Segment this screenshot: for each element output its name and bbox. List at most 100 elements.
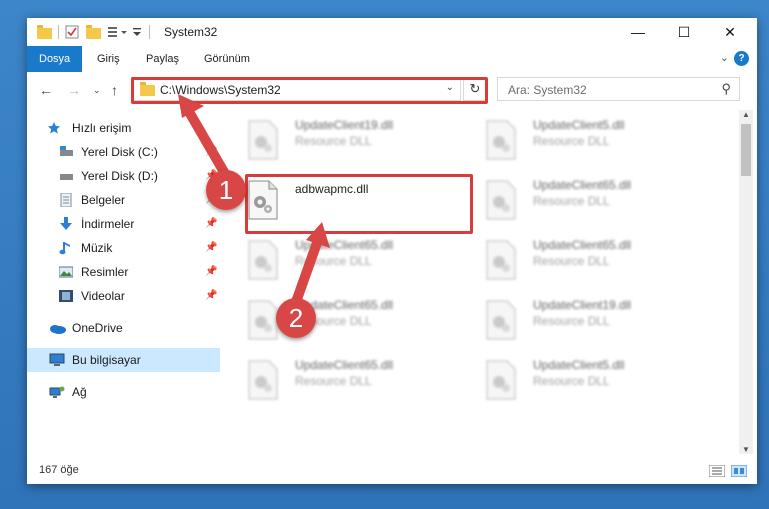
drive-d-icon — [60, 174, 73, 180]
onedrive-icon — [50, 325, 66, 334]
dll-file-icon — [486, 240, 516, 280]
file-item[interactable]: UpdateClient19.dll Resource DLL — [227, 114, 447, 166]
ribbon-expand-icon[interactable]: ⌄ — [720, 51, 729, 64]
file-type: Resource DLL — [295, 374, 372, 388]
search-icon[interactable]: ⚲ — [721, 81, 731, 97]
navigation-pane: Hızlı erişim Yerel Disk (C:) 📌 Yerel Dis… — [27, 108, 220, 456]
file-item[interactable]: UpdateClient65.dll Resource DLL — [227, 234, 447, 286]
file-type: Resource DLL — [295, 134, 372, 148]
file-name: UpdateClient65.dll — [295, 358, 394, 372]
sidebar-item-videos[interactable]: Videolar 📌 — [27, 284, 220, 308]
tab-view[interactable]: Görünüm — [192, 46, 262, 72]
file-type: Resource DLL — [533, 314, 610, 328]
tab-share[interactable]: Paylaş — [134, 46, 191, 72]
dll-file-icon — [248, 120, 278, 160]
file-type: Resource DLL — [533, 134, 610, 148]
tab-file[interactable]: Dosya — [27, 46, 83, 72]
toolbar-divider — [58, 25, 59, 39]
file-list: UpdateClient19.dll Resource DLL UpdateCl… — [227, 108, 735, 456]
sidebar-item-label: Videolar — [81, 289, 125, 303]
documents-icon — [60, 193, 72, 207]
address-bar-highlight — [131, 77, 488, 104]
sidebar-item-downloads[interactable]: İndirmeler 📌 — [27, 212, 220, 236]
file-name: UpdateClient19.dll — [295, 118, 394, 132]
details-view-icon[interactable] — [709, 465, 725, 477]
step-badge-1: 1 — [206, 170, 246, 210]
file-item[interactable]: UpdateClient5.dll Resource DLL — [465, 114, 685, 166]
maximize-button[interactable]: ☐ — [661, 18, 707, 46]
dll-file-icon — [248, 360, 278, 400]
dll-file-icon — [486, 120, 516, 160]
help-icon[interactable]: ? — [734, 51, 749, 66]
file-name: UpdateClient65.dll — [295, 238, 394, 252]
dll-file-icon — [486, 360, 516, 400]
scrollbar-thumb[interactable] — [741, 124, 751, 176]
file-type: Resource DLL — [533, 194, 610, 208]
sidebar-item-network[interactable]: Ağ — [27, 380, 220, 404]
quick-access-toolbar — [37, 23, 156, 41]
properties-icon[interactable] — [65, 25, 79, 39]
file-highlight — [245, 174, 473, 234]
tab-home[interactable]: Giriş — [85, 46, 132, 72]
file-item[interactable]: UpdateClient65.dll Resource DLL — [227, 354, 447, 406]
scroll-down-icon[interactable]: ▼ — [739, 445, 753, 454]
sidebar-item-label: Bu bilgisayar — [72, 353, 141, 367]
window-title: System32 — [164, 25, 218, 39]
this-pc-icon — [49, 353, 65, 366]
dll-file-icon — [486, 300, 516, 340]
large-icons-view-icon[interactable] — [731, 465, 747, 477]
vertical-scrollbar[interactable]: ▲ ▼ — [739, 110, 753, 454]
sidebar-item-label: Müzik — [81, 241, 113, 255]
sidebar-item-this-pc[interactable]: Bu bilgisayar — [27, 348, 220, 372]
new-folder-icon[interactable] — [86, 25, 101, 39]
file-type: Resource DLL — [533, 254, 610, 268]
file-item[interactable]: UpdateClient65.dll Resource DLL — [465, 174, 685, 226]
quick-access-dropdown-icon[interactable] — [131, 25, 143, 39]
search-box[interactable]: Ara: System32 ⚲ — [497, 77, 740, 101]
file-explorer-window: System32 — ☐ ✕ Dosya Giriş Paylaş Görünü… — [27, 18, 757, 484]
pictures-icon — [59, 266, 73, 278]
dll-file-icon — [248, 300, 278, 340]
sidebar-item-label: Yerel Disk (D:) — [81, 169, 158, 183]
file-item[interactable]: UpdateClient19.dll Resource DLL — [465, 294, 685, 346]
network-icon — [49, 386, 65, 398]
pin-icon[interactable]: 📌 — [205, 236, 217, 260]
back-arrow-icon[interactable]: ← — [39, 82, 53, 98]
scroll-up-icon[interactable]: ▲ — [739, 110, 753, 119]
pin-icon[interactable]: 📌 — [205, 284, 217, 308]
file-type: Resource DLL — [533, 374, 610, 388]
sidebar-item-drive-d[interactable]: Yerel Disk (D:) 📌 — [27, 164, 220, 188]
file-item[interactable]: UpdateClient65.dll Resource DLL — [227, 294, 447, 346]
sidebar-item-pictures[interactable]: Resimler 📌 — [27, 260, 220, 284]
file-name: UpdateClient5.dll — [533, 118, 625, 132]
file-item[interactable]: UpdateClient65.dll Resource DLL — [465, 234, 685, 286]
up-arrow-icon[interactable]: ↑ — [111, 82, 118, 98]
dll-file-icon — [248, 240, 278, 280]
sidebar-item-documents[interactable]: Belgeler 📌 — [27, 188, 220, 212]
step-badge-2: 2 — [276, 298, 316, 338]
search-placeholder[interactable]: Ara: System32 — [508, 83, 587, 97]
file-type: Resource DLL — [295, 254, 372, 268]
file-name: UpdateClient5.dll — [533, 358, 625, 372]
customize-toolbar-icon[interactable] — [107, 25, 129, 39]
sidebar-item-onedrive[interactable]: OneDrive — [27, 316, 220, 340]
sidebar-item-label: Yerel Disk (C:) — [81, 145, 158, 159]
pin-icon[interactable]: 📌 — [205, 260, 217, 284]
file-name: UpdateClient65.dll — [533, 238, 632, 252]
pin-icon[interactable]: 📌 — [205, 212, 217, 236]
dll-file-icon — [486, 180, 516, 220]
ribbon: Dosya Giriş Paylaş Görünüm ⌄ ? — [27, 46, 757, 73]
forward-arrow-icon[interactable]: → — [67, 82, 81, 98]
recent-locations-chevron-icon[interactable]: ⌄ — [93, 85, 101, 96]
close-button[interactable]: ✕ — [707, 18, 753, 46]
status-bar: 167 öğe — [27, 458, 757, 484]
pin-icon[interactable]: 📌 — [205, 140, 217, 164]
file-name: UpdateClient65.dll — [533, 178, 632, 192]
sidebar-item-music[interactable]: Müzik 📌 — [27, 236, 220, 260]
sidebar-item-quick-access[interactable]: Hızlı erişim — [27, 116, 220, 140]
file-item[interactable]: UpdateClient5.dll Resource DLL — [465, 354, 685, 406]
sidebar-item-label: İndirmeler — [81, 217, 135, 231]
sidebar-item-drive-c[interactable]: Yerel Disk (C:) 📌 — [27, 140, 220, 164]
sidebar-item-label: Hızlı erişim — [72, 121, 132, 135]
minimize-button[interactable]: — — [615, 18, 661, 46]
